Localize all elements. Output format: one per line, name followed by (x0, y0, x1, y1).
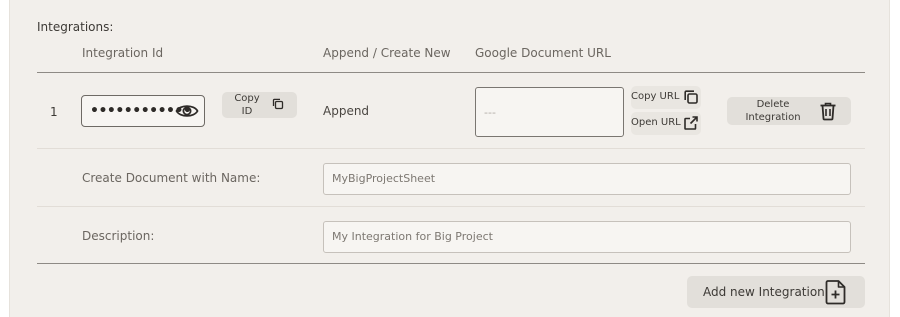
add-new-integration-button[interactable]: Add new Integration (687, 276, 865, 308)
delete-label-line2: Integration (745, 112, 801, 123)
add-new-integration-label: Add new Integration (703, 285, 825, 299)
section-title: Integrations: (37, 20, 114, 34)
copy-icon (683, 89, 699, 105)
trash-icon (819, 101, 837, 121)
row-number: 1 (50, 105, 58, 119)
description-input[interactable]: My Integration for Big Project (323, 221, 851, 253)
column-header-google-doc-url: Google Document URL (475, 46, 611, 60)
copy-url-button[interactable]: Copy URL (631, 86, 701, 109)
copy-icon (272, 98, 284, 110)
row-divider (37, 148, 865, 149)
column-header-integration-id: Integration Id (82, 46, 164, 60)
copy-id-label-line2: ID (241, 106, 253, 117)
delete-integration-button[interactable]: Delete Integration (727, 97, 851, 125)
header-divider (37, 72, 865, 73)
eye-icon[interactable] (175, 102, 199, 120)
google-doc-url-field[interactable]: --- (475, 87, 624, 137)
integrations-panel: Integrations: Integration Id Append / Cr… (9, 0, 890, 317)
footer-divider (37, 263, 865, 264)
delete-label-line1: Delete (756, 99, 790, 110)
create-document-name-input[interactable]: MyBigProjectSheet (323, 163, 851, 195)
copy-id-button[interactable]: Copy ID (222, 92, 297, 118)
column-header-append-create: Append / Create New (323, 46, 451, 60)
file-add-icon (825, 279, 847, 305)
create-document-label: Create Document with Name: (82, 171, 261, 185)
copy-id-label-line1: Copy (234, 93, 260, 104)
open-url-label: Open URL (631, 117, 681, 128)
integration-id-field[interactable]: •••••••••••• (81, 95, 205, 127)
description-label: Description: (82, 229, 155, 243)
copy-url-label: Copy URL (631, 91, 680, 102)
row-divider (37, 206, 865, 207)
mode-value: Append (323, 104, 370, 118)
external-link-icon (683, 115, 699, 131)
open-url-button[interactable]: Open URL (631, 112, 701, 135)
url-placeholder: --- (484, 106, 496, 119)
